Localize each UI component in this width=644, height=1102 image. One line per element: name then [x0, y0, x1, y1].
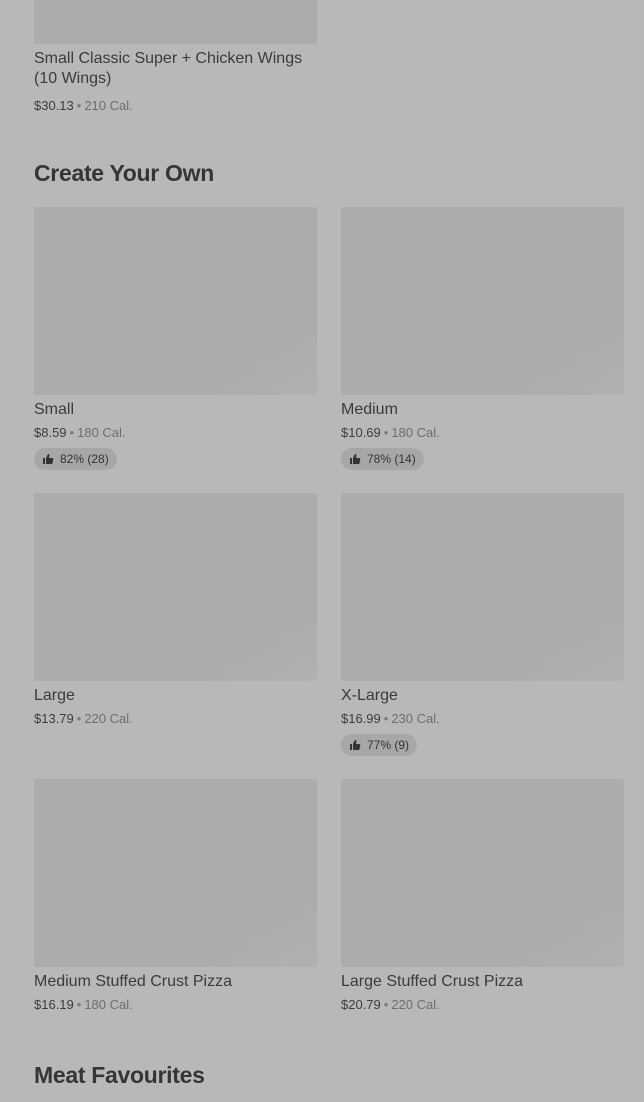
menu-item-meta: $16.19 • 180 Cal.: [34, 997, 317, 1013]
thumbs-up-icon: [350, 454, 361, 464]
menu-item-meta: $8.59 • 180 Cal.: [34, 425, 317, 441]
menu-item-calories: 220 Cal.: [391, 997, 440, 1012]
menu-item-image: [341, 779, 624, 967]
rating-text: 77% (9): [367, 738, 410, 752]
rating-badge: 77% (9): [341, 734, 418, 756]
menu-item-name: X-Large: [341, 687, 398, 704]
menu-item-card[interactable]: Small $8.59 • 180 Cal. 82% (28): [34, 207, 317, 470]
menu-item-calories: 180 Cal.: [391, 425, 440, 440]
menu-item-meta: $20.79 • 220 Cal.: [341, 997, 624, 1013]
menu-item-price: $16.99: [341, 711, 381, 726]
menu-item-card[interactable]: X-Large $16.99 • 230 Cal. 77% (9): [341, 493, 624, 756]
thumbs-up-icon: [350, 740, 361, 750]
menu-item-card[interactable]: Medium $10.69 • 180 Cal. 78% (14): [341, 207, 624, 470]
separator-dot: •: [76, 711, 82, 726]
rating-badge: 78% (14): [341, 448, 424, 470]
menu-item-price: $8.59: [34, 425, 67, 440]
menu-item-card[interactable]: Large Stuffed Crust Pizza $20.79 • 220 Cal…: [341, 779, 624, 1013]
menu-item-name: Small: [34, 401, 75, 418]
menu-item-name: Large Stuffed Crust Pizza: [341, 973, 524, 990]
menu-item-image: [341, 493, 624, 681]
menu-item-meta: $16.99 • 230 Cal.: [341, 711, 624, 727]
rating-text: 82% (28): [60, 452, 109, 466]
separator-dot: •: [383, 425, 389, 440]
menu-item-price: $16.19: [34, 997, 74, 1012]
menu-item-card[interactable]: Medium Stuffed Crust Pizza $16.19 • 180 Ca…: [34, 779, 317, 1013]
thumbs-up-icon: [43, 454, 54, 464]
menu-item-image: [34, 493, 317, 681]
menu-item-card[interactable]: Large $13.79 • 220 Cal.: [34, 493, 317, 727]
menu-item-image: [34, 207, 317, 395]
section-title: Meat Favourites: [34, 1062, 205, 1088]
separator-dot: •: [383, 997, 389, 1012]
menu-item-meta: $30.13 • 210 Cal.: [34, 98, 317, 114]
menu-item-price: $30.13: [34, 98, 74, 113]
menu-item-meta: $13.79 • 220 Cal.: [34, 711, 317, 727]
menu-item-name: Small Classic Super + Chicken Wings (10 …: [34, 50, 303, 87]
menu-item-calories: 230 Cal.: [391, 711, 440, 726]
rating-text: 78% (14): [367, 452, 416, 466]
menu-item-image: [34, 779, 317, 967]
separator-dot: •: [76, 997, 82, 1012]
separator-dot: •: [76, 98, 82, 113]
section-title: Create Your Own: [34, 160, 214, 186]
menu-item-calories: 180 Cal.: [84, 997, 133, 1012]
menu-item-name: Medium Stuffed Crust Pizza: [34, 973, 233, 990]
separator-dot: •: [383, 711, 389, 726]
menu-item-name: Medium: [341, 401, 398, 418]
menu-item-meta: $10.69 • 180 Cal.: [341, 425, 624, 441]
menu-item-calories: 180 Cal.: [77, 425, 126, 440]
menu-item-image: [34, 0, 317, 44]
menu-item-calories: 220 Cal.: [84, 711, 133, 726]
separator-dot: •: [69, 425, 75, 440]
rating-badge: 82% (28): [34, 448, 117, 470]
menu-item-name: Large: [34, 687, 75, 704]
menu-item-image: [341, 207, 624, 395]
menu-item-price: $13.79: [34, 711, 74, 726]
menu-item-price: $20.79: [341, 997, 381, 1012]
menu-item-calories: 210 Cal.: [84, 98, 133, 113]
menu-item-price: $10.69: [341, 425, 381, 440]
